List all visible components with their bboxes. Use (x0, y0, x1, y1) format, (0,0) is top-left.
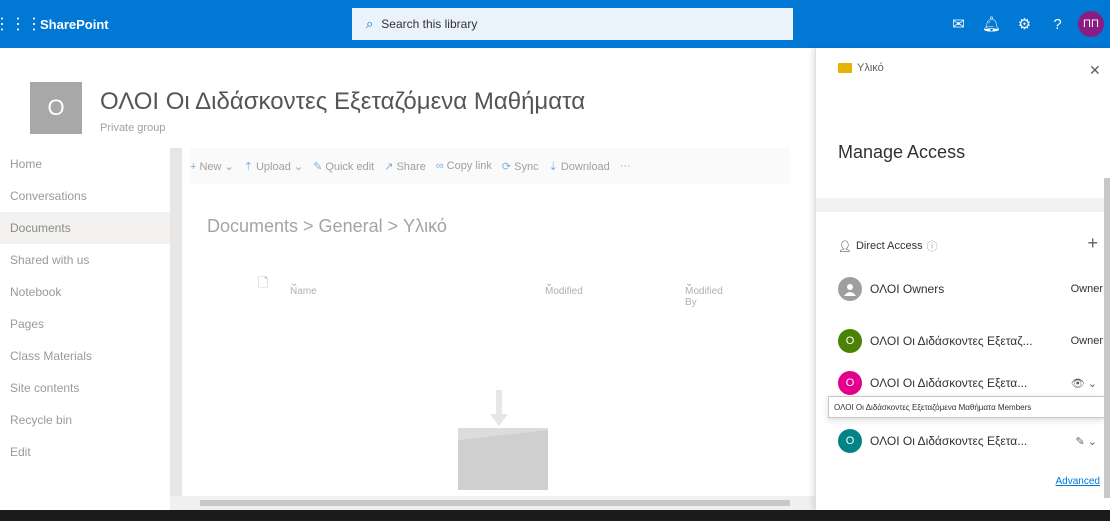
access-entry[interactable]: Ο ΟΛΟΙ Οι Διδάσκοντες Εξεταζ... Owner (838, 326, 1103, 356)
entry-name: ΟΛΟΙ Οι Διδάσκοντες Εξετα... (870, 434, 1028, 448)
pencil-icon: ✎ (313, 160, 323, 173)
scrollbar-thumb[interactable] (200, 500, 790, 506)
site-title[interactable]: ΟΛΟΙ Οι Διδάσκοντες Εξεταζόμενα Μαθήματα (100, 88, 585, 116)
nav-item-recycle-bin[interactable]: Recycle bin (0, 404, 170, 436)
vertical-scrollbar[interactable] (1104, 178, 1110, 498)
entry-role: Owner (1070, 335, 1103, 347)
search-placeholder: Search this library (381, 17, 478, 31)
app-name[interactable]: SharePoint (40, 17, 109, 32)
direct-access-label: Direct Access (855, 240, 923, 252)
nav-item-notebook[interactable]: Notebook (0, 276, 170, 308)
nav-item-pages[interactable]: Pages (0, 308, 170, 340)
column-headers: 🗋 Name ⌄ Modified ⌄ Modified By ⌄ (250, 270, 810, 308)
nav-item-conversations[interactable]: Conversations (0, 180, 170, 212)
taskbar (0, 510, 1110, 521)
direct-access-header: 👤︎ Direct Access ⓘ + (838, 233, 1098, 254)
group-avatar: Ο (838, 429, 862, 453)
horizontal-scrollbar[interactable] (170, 496, 815, 510)
sync-icon: ⟳ (501, 160, 512, 173)
panel-folder-label: Υλικό (838, 62, 884, 74)
upload-icon: ⇡ (243, 160, 253, 173)
file-type-icon[interactable]: 🗋 (258, 274, 268, 296)
download-button[interactable]: ⇣ Download (549, 160, 610, 173)
search-icon: ⌕ (366, 16, 374, 31)
quick-edit-button[interactable]: ✎ Quick edit (313, 160, 374, 173)
new-button[interactable]: + New ⌄ (190, 160, 234, 173)
nav-item-home[interactable]: Home (0, 148, 170, 180)
column-name[interactable]: Name ⌄ (290, 278, 317, 297)
view-permission-dropdown[interactable]: 👁︎ ⌄ (1071, 377, 1097, 390)
panel-section-divider (816, 198, 1106, 212)
megaphone-icon[interactable]: ✉ (942, 0, 975, 48)
user-avatar[interactable]: ΠΠ (1078, 11, 1104, 37)
advanced-link[interactable]: Advanced (1056, 476, 1100, 487)
more-button[interactable]: ··· (620, 160, 631, 172)
nav-divider (170, 148, 182, 496)
suite-icons: ✉ 🔔︎ ⚙ ? ΠΠ (942, 0, 1110, 48)
nav-item-site-contents[interactable]: Site contents (0, 372, 170, 404)
group-avatar: Ο (838, 329, 862, 353)
nav-item-edit[interactable]: Edit (0, 436, 170, 468)
group-avatar: Ο (838, 371, 862, 395)
bell-icon[interactable]: 🔔︎ (975, 0, 1008, 48)
entry-role: Owner (1070, 283, 1103, 295)
nav-item-documents[interactable]: Documents (0, 212, 170, 244)
app-launcher-icon[interactable]: ⋮⋮⋮ (0, 0, 42, 48)
share-button[interactable]: ↗ Share (384, 160, 426, 173)
suite-bar: ⋮⋮⋮ SharePoint ⌕ Search this library ✉ 🔔… (0, 0, 1110, 48)
copy-link-button[interactable]: ∞ Copy link (436, 160, 492, 172)
gear-icon[interactable]: ⚙ (1008, 0, 1041, 48)
entry-name: ΟΛΟΙ Οι Διδάσκοντες Εξετα... (870, 376, 1028, 390)
empty-folder-illustration (458, 390, 548, 490)
link-icon: ∞ (435, 160, 444, 172)
nav-item-class-materials[interactable]: Class Materials (0, 340, 170, 372)
manage-access-panel: Υλικό ✕ Manage Access 👤︎ Direct Access ⓘ… (815, 48, 1110, 510)
close-icon[interactable]: ✕ (1089, 62, 1101, 79)
person-icon: 👤︎ (838, 240, 852, 253)
group-avatar-icon (838, 277, 862, 301)
plus-icon: + (190, 160, 197, 173)
left-nav: Home Conversations Documents Shared with… (0, 148, 170, 468)
access-entry[interactable]: Ο ΟΛΟΙ Οι Διδάσκοντες Εξετα... ✎ ⌄ (838, 426, 1103, 456)
panel-title: Manage Access (838, 142, 966, 162)
access-entry[interactable]: Ο ΟΛΟΙ Οι Διδάσκοντες Εξετα... 👁︎ ⌄ (838, 368, 1103, 398)
entry-name: ΟΛΟΙ Owners (870, 282, 945, 296)
search-input[interactable]: ⌕ Search this library (352, 8, 793, 40)
access-entry[interactable]: ΟΛΟΙ Owners Owner (838, 274, 1103, 304)
site-header: Ο ΟΛΟΙ Οι Διδάσκοντες Εξεταζόμενα Μαθήμα… (0, 48, 815, 148)
upload-button[interactable]: ⇡ Upload ⌄ (244, 160, 303, 173)
share-icon: ↗ (384, 160, 394, 173)
group-tooltip: ΟΛΟΙ Οι Διδάσκοντες Εξεταζόμενα Μαθήματα… (828, 396, 1105, 418)
site-subtitle: Private group (100, 122, 166, 134)
edit-permission-dropdown[interactable]: ✎ ⌄ (1076, 435, 1098, 448)
entry-name: ΟΛΟΙ Οι Διδάσκοντες Εξεταζ... (870, 334, 1033, 348)
info-icon[interactable]: ⓘ (927, 238, 938, 254)
column-modified[interactable]: Modified ⌄ (545, 278, 583, 297)
command-bar: + New ⌄ ⇡ Upload ⌄ ✎ Quick edit ↗ Share ∞ Cop… (190, 148, 790, 184)
site-logo[interactable]: Ο (30, 82, 82, 134)
sync-button[interactable]: ⟳ Sync (502, 160, 539, 173)
help-icon[interactable]: ? (1041, 0, 1074, 48)
download-icon: ⇣ (548, 160, 558, 173)
folder-icon (838, 63, 852, 73)
column-modified-by[interactable]: Modified By ⌄ (685, 278, 723, 308)
breadcrumb[interactable]: Documents > General > Υλικό (207, 216, 447, 237)
folder-name: Υλικό (857, 62, 884, 74)
nav-item-shared-with-us[interactable]: Shared with us (0, 244, 170, 276)
add-icon[interactable]: + (1087, 233, 1098, 254)
